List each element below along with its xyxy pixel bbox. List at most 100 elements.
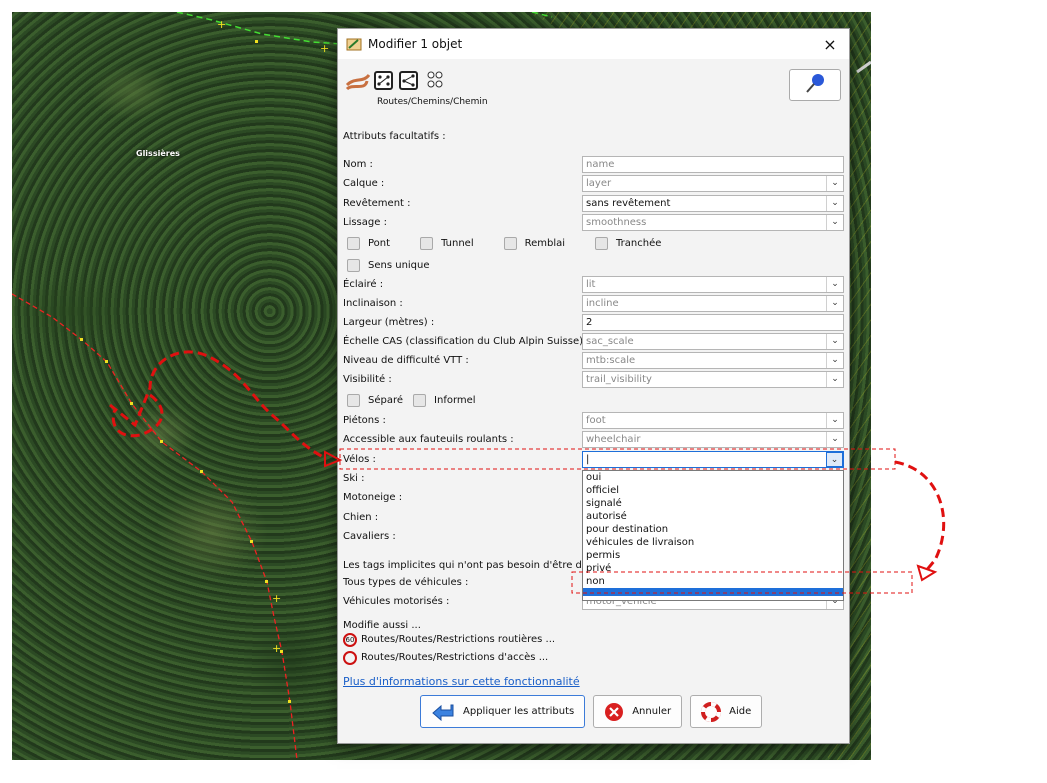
pushpin-icon bbox=[806, 74, 824, 93]
map-nodes bbox=[80, 40, 291, 703]
wheelchair-select[interactable]: wheelchair ⌄ bbox=[582, 431, 844, 448]
field-label-wheelchair: Accessible aux fauteuils roulants : bbox=[343, 434, 514, 445]
field-label-width: Largeur (mètres) : bbox=[343, 317, 435, 328]
chevron-down-icon[interactable]: ⌄ bbox=[826, 432, 843, 447]
option-permis[interactable]: permis bbox=[583, 549, 843, 562]
checkbox-row-oneway: Sens unique bbox=[347, 257, 460, 274]
name-input[interactable]: name bbox=[582, 156, 844, 173]
option-delivery[interactable]: véhicules de livraison bbox=[583, 536, 843, 549]
annotation-arrowhead-right bbox=[916, 564, 938, 582]
chevron-down-icon[interactable]: ⌄ bbox=[826, 215, 843, 230]
incline-select[interactable]: incline ⌄ bbox=[582, 295, 844, 312]
field-label-horse: Cavaliers : bbox=[343, 531, 396, 542]
map-crosshair-3: + bbox=[272, 642, 281, 655]
field-label-sac-scale: Échelle CAS (classification du Club Alpi… bbox=[343, 336, 590, 347]
relation-item[interactable]: Routes/Routes/Restrictions d'accès ... bbox=[343, 649, 548, 666]
option-officiel[interactable]: officiel bbox=[583, 484, 843, 497]
bicycle-select[interactable]: | ⌄ bbox=[582, 451, 844, 468]
checkbox-informal[interactable] bbox=[413, 394, 427, 407]
lit-select[interactable]: lit ⌄ bbox=[582, 276, 844, 293]
dialog-titlebar[interactable]: Modifier 1 objet × bbox=[338, 29, 849, 59]
option-destination[interactable]: pour destination bbox=[583, 523, 843, 536]
pin-preset-button[interactable] bbox=[789, 69, 841, 101]
chevron-down-icon[interactable]: ⌄ bbox=[826, 176, 843, 191]
mtb-scale-select[interactable]: mtb:scale ⌄ bbox=[582, 352, 844, 369]
relation-circle-icon bbox=[343, 650, 357, 665]
modify-object-dialog: Modifier 1 objet × Routes/Chemins/Chemin… bbox=[337, 28, 850, 744]
map-way-red bbox=[12, 293, 298, 760]
map-feature-label: Glissières bbox=[136, 149, 180, 158]
field-label-ski: Ski : bbox=[343, 473, 365, 484]
surface-select[interactable]: sans revêtement ⌄ bbox=[582, 195, 844, 212]
field-label-access: Tous types de véhicules : bbox=[343, 577, 469, 588]
checkbox-cutting[interactable] bbox=[595, 237, 609, 250]
annotation-curved-arrow-right bbox=[894, 460, 946, 573]
field-label-snowmobile: Motoneige : bbox=[343, 492, 403, 503]
field-label-incline: Inclinaison : bbox=[343, 298, 403, 309]
foot-select[interactable]: foot ⌄ bbox=[582, 412, 844, 429]
cancel-button[interactable]: Annuler bbox=[593, 695, 683, 728]
checkbox-oneway[interactable] bbox=[347, 259, 360, 272]
map-way-green bbox=[176, 12, 343, 45]
way-open-icon bbox=[399, 70, 419, 90]
dialog-title: Modifier 1 objet bbox=[368, 37, 463, 51]
map-crosshair-1: + bbox=[217, 18, 226, 31]
map-way-green-2 bbox=[531, 12, 553, 18]
trail-visibility-select[interactable]: trail_visibility ⌄ bbox=[582, 371, 844, 388]
checkbox-tunnel[interactable] bbox=[420, 237, 434, 250]
map-crosshair-2: + bbox=[320, 42, 329, 55]
apply-arrow-icon bbox=[432, 704, 454, 721]
checkbox-bridge[interactable] bbox=[347, 237, 360, 250]
checkbox-embankment[interactable] bbox=[503, 237, 517, 250]
field-label-surface: Revêtement : bbox=[343, 198, 411, 209]
help-button[interactable]: Aide bbox=[690, 695, 763, 728]
field-label-name: Nom : bbox=[343, 159, 373, 170]
field-label-lit: Éclairé : bbox=[343, 279, 384, 290]
checkbox-row-structures: Pont Tunnel Remblai Tranchée bbox=[347, 235, 691, 252]
relation-icon bbox=[427, 71, 443, 88]
option-prive[interactable]: privé bbox=[583, 562, 843, 575]
chevron-down-icon[interactable]: ⌄ bbox=[826, 353, 843, 368]
chevron-down-icon[interactable]: ⌄ bbox=[826, 296, 843, 311]
field-label-foot: Piétons : bbox=[343, 415, 386, 426]
close-icon[interactable]: × bbox=[819, 35, 841, 54]
field-label-dog: Chien : bbox=[343, 512, 379, 523]
checkbox-row-segregated: Séparé Informel bbox=[347, 392, 506, 409]
preset-header: Routes/Chemins/Chemin bbox=[343, 67, 488, 107]
chevron-down-icon[interactable]: ⌄ bbox=[826, 196, 843, 211]
field-label-motor-vehicle: Véhicules motorisés : bbox=[343, 596, 450, 607]
chevron-down-icon[interactable]: ⌄ bbox=[826, 334, 843, 349]
way-closed-icon bbox=[374, 70, 394, 90]
implicit-tags-text: Les tags implicites qui n'ont pas besoin… bbox=[343, 560, 604, 571]
chevron-down-icon[interactable]: ⌄ bbox=[826, 277, 843, 292]
map-crosshair-4: + bbox=[272, 592, 281, 605]
checkbox-segregated[interactable] bbox=[347, 394, 360, 407]
preset-path: Routes/Chemins/Chemin bbox=[377, 97, 488, 107]
cancel-icon bbox=[605, 702, 624, 721]
width-input[interactable]: 2 bbox=[582, 314, 844, 331]
field-label-layer: Calque : bbox=[343, 178, 385, 189]
option-non[interactable]: non bbox=[583, 575, 843, 588]
dialog-buttons: Appliquer les attributs Annuler Aide bbox=[420, 695, 763, 728]
more-info-link[interactable]: Plus d'informations sur cette fonctionna… bbox=[343, 675, 580, 688]
chevron-down-icon[interactable]: ⌄ bbox=[826, 413, 843, 428]
chevron-down-icon[interactable]: ⌄ bbox=[826, 452, 843, 467]
option-oui[interactable]: oui bbox=[583, 471, 843, 484]
field-label-smoothness: Lissage : bbox=[343, 217, 387, 228]
smoothness-select[interactable]: smoothness ⌄ bbox=[582, 214, 844, 231]
option-autorise[interactable]: autorisé bbox=[583, 510, 843, 523]
option-highlighted[interactable] bbox=[583, 588, 843, 596]
field-label-bicycle: Vélos : bbox=[343, 454, 376, 465]
layer-select[interactable]: layer ⌄ bbox=[582, 175, 844, 192]
josm-app-icon bbox=[346, 38, 362, 51]
more-info-link-row: Plus d'informations sur cette fonctionna… bbox=[343, 673, 580, 690]
chevron-down-icon[interactable]: ⌄ bbox=[826, 372, 843, 387]
option-signale[interactable]: signalé bbox=[583, 497, 843, 510]
field-label-mtb-scale: Niveau de difficulté VTT : bbox=[343, 355, 469, 366]
field-label-visibility: Visibilité : bbox=[343, 374, 392, 385]
sac-scale-select[interactable]: sac_scale ⌄ bbox=[582, 333, 844, 350]
relation-item[interactable]: 60 Routes/Routes/Restrictions routières … bbox=[343, 631, 555, 648]
bicycle-dropdown-list[interactable]: oui officiel signalé autorisé pour desti… bbox=[582, 470, 844, 601]
relation-count-badge: 60 bbox=[343, 632, 357, 647]
apply-attributes-button[interactable]: Appliquer les attributs bbox=[420, 695, 586, 728]
